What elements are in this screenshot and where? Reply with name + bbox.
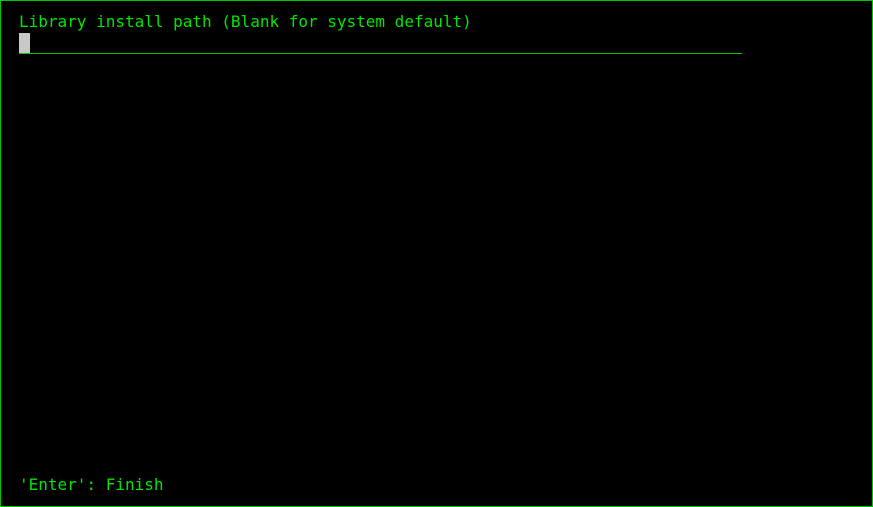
terminal-window: Library install path (Blank for system d… (0, 0, 873, 507)
text-cursor (19, 33, 30, 53)
prompt-label: Library install path (Blank for system d… (19, 12, 472, 31)
install-path-input[interactable] (19, 33, 742, 54)
enter-finish-hint: 'Enter': Finish (19, 475, 164, 494)
